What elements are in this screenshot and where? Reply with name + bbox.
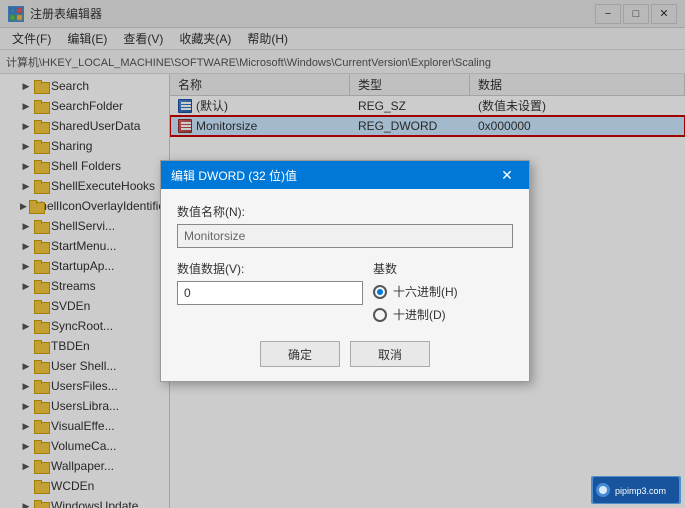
radio-dec-label: 十进制(D) [393,306,446,323]
svg-text:pipimp3.com: pipimp3.com [615,486,666,496]
dialog-body: 数值名称(N): 数值数据(V): 基数 十六进制(H) [161,189,529,381]
edit-dword-dialog: 编辑 DWORD (32 位)值 ✕ 数值名称(N): 数值数据(V): 基数 [160,160,530,382]
ok-button[interactable]: 确定 [260,341,340,367]
dialog-close-button[interactable]: ✕ [495,165,519,185]
value-label: 数值数据(V): [177,260,363,277]
value-base-row: 数值数据(V): 基数 十六进制(H) 十进制(D) [177,260,513,329]
radio-hex[interactable]: 十六进制(H) [373,283,513,300]
radio-dec-dot [373,308,387,322]
base-section: 基数 十六进制(H) 十进制(D) [373,260,513,329]
dialog-overlay: 编辑 DWORD (32 位)值 ✕ 数值名称(N): 数值数据(V): 基数 [0,0,685,508]
radio-hex-label: 十六进制(H) [393,283,458,300]
radio-hex-dot [373,285,387,299]
base-label: 基数 [373,260,513,277]
value-input[interactable] [177,281,363,305]
cancel-button[interactable]: 取消 [350,341,430,367]
dialog-title-bar: 编辑 DWORD (32 位)值 ✕ [161,161,529,189]
watermark: pipimp3.com [591,476,681,504]
name-label: 数值名称(N): [177,203,513,220]
name-input[interactable] [177,224,513,248]
radio-dec[interactable]: 十进制(D) [373,306,513,323]
dialog-title: 编辑 DWORD (32 位)值 [171,167,495,184]
value-section: 数值数据(V): [177,260,363,329]
dialog-buttons: 确定 取消 [177,341,513,367]
watermark-logo: pipimp3.com [591,476,681,504]
